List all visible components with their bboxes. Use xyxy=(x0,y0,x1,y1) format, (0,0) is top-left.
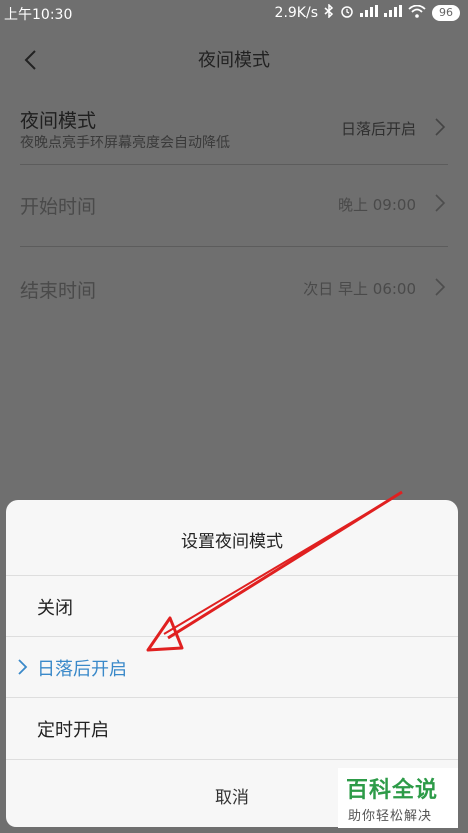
screen: 上午10:30 2.9K/s 96 夜间模式 夜间模式 夜晚点亮手环屏幕亮度会自… xyxy=(0,0,468,833)
start-time-value: 晚上 09:00 xyxy=(338,196,416,214)
watermark-title: 百科全说 xyxy=(346,778,439,803)
signal-icon-2 xyxy=(384,5,402,21)
status-bar: 上午10:30 2.9K/s 96 xyxy=(0,0,468,26)
option-label: 定时开启 xyxy=(37,720,109,741)
option-label: 日落后开启 xyxy=(37,659,127,680)
bluetooth-icon xyxy=(324,3,334,22)
start-time-row[interactable]: 开始时间 晚上 09:00 xyxy=(0,166,468,246)
wifi-icon xyxy=(408,4,426,22)
night-mode-title: 夜间模式 xyxy=(20,110,97,132)
selected-chevron-icon xyxy=(18,659,28,675)
watermark-subtitle: 助你轻松解决 xyxy=(348,809,433,824)
nav-bar: 夜间模式 xyxy=(0,26,468,92)
night-mode-subtitle: 夜晚点亮手环屏幕亮度会自动降低 xyxy=(20,135,230,151)
option-label: 关闭 xyxy=(37,598,73,619)
night-mode-value: 日落后开启 xyxy=(340,120,416,138)
signal-icon xyxy=(360,5,378,21)
page-title: 夜间模式 xyxy=(198,50,270,71)
chevron-right-icon xyxy=(435,118,446,136)
dialog-title: 设置夜间模式 xyxy=(181,532,283,552)
start-time-title: 开始时间 xyxy=(20,196,97,218)
divider xyxy=(6,759,458,760)
chevron-right-icon xyxy=(435,278,446,296)
night-mode-row[interactable]: 夜间模式 夜晚点亮手环屏幕亮度会自动降低 日落后开启 xyxy=(0,96,468,164)
end-time-row[interactable]: 结束时间 次日 早上 06:00 xyxy=(0,248,468,328)
status-time: 上午10:30 xyxy=(4,7,73,23)
end-time-title: 结束时间 xyxy=(20,280,97,302)
divider xyxy=(20,164,448,165)
option-off[interactable]: 关闭 xyxy=(6,576,458,636)
network-speed: 2.9K/s xyxy=(274,5,318,21)
chevron-right-icon xyxy=(435,194,446,212)
watermark-logo: 百科全说 助你轻松解决 xyxy=(338,768,458,828)
divider xyxy=(20,246,448,247)
battery-indicator: 96 xyxy=(432,5,460,21)
alarm-icon xyxy=(340,4,354,22)
end-time-value: 次日 早上 06:00 xyxy=(303,280,416,298)
status-icons: 2.9K/s 96 xyxy=(274,3,460,22)
option-scheduled[interactable]: 定时开启 xyxy=(6,698,458,758)
option-sunset[interactable]: 日落后开启 xyxy=(6,637,458,697)
